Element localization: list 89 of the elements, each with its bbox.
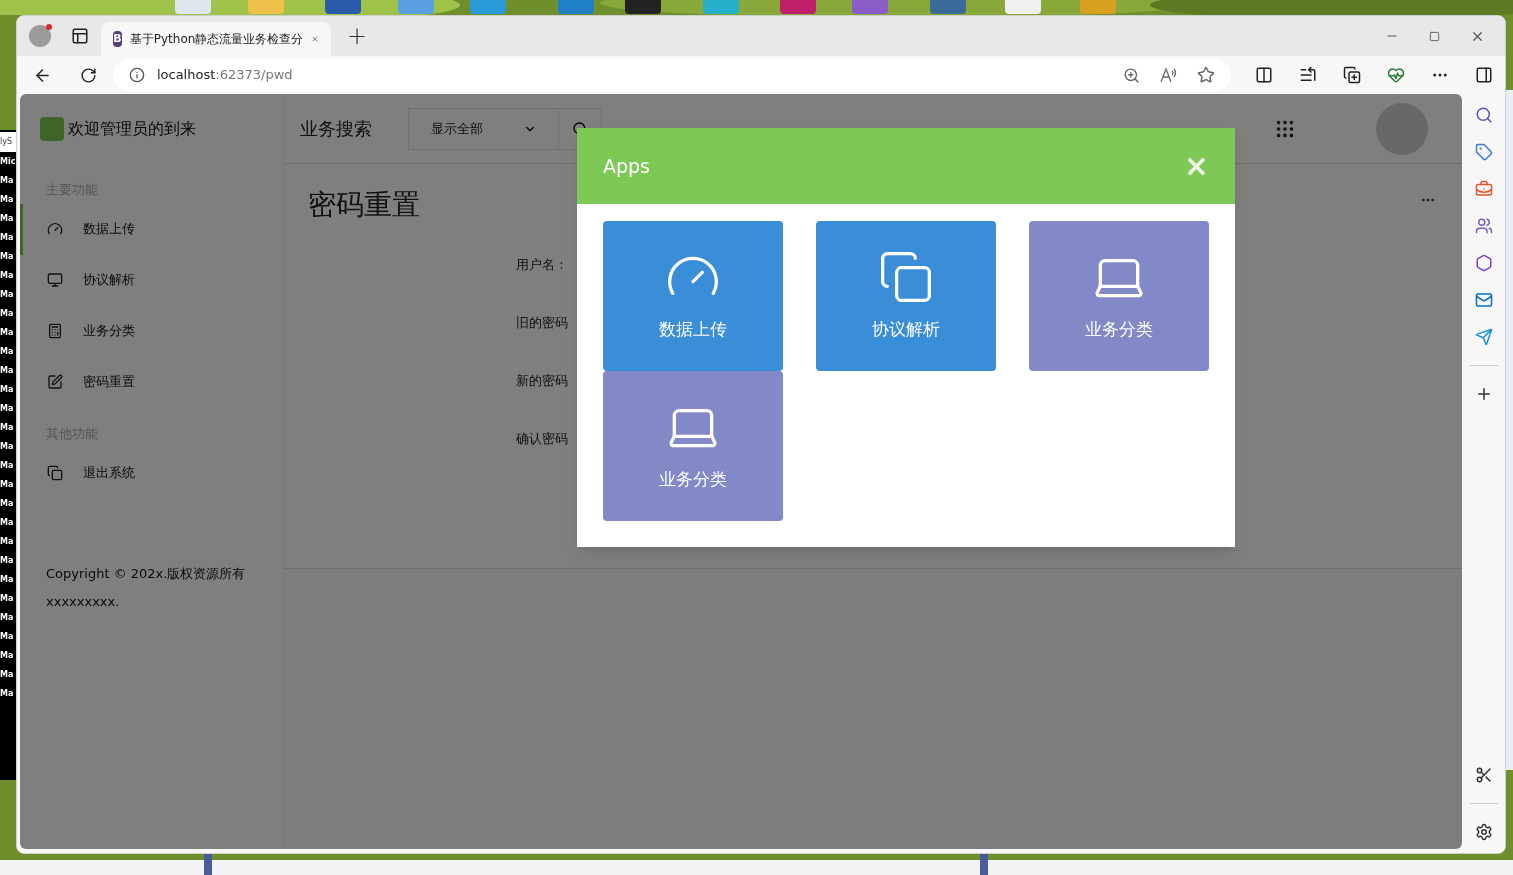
calculator-icon bbox=[47, 323, 63, 339]
terminal-text: Ma bbox=[0, 441, 15, 453]
terminal-text: Ma bbox=[0, 536, 15, 548]
screenshot-icon[interactable] bbox=[1474, 766, 1493, 784]
terminal-text: Ma bbox=[0, 631, 15, 643]
terminal-text: Ma bbox=[0, 574, 15, 586]
collections-icon[interactable] bbox=[1343, 66, 1361, 84]
app-tile[interactable]: 协议解析 bbox=[816, 221, 996, 371]
sidebar-label: 密码重置 bbox=[83, 373, 135, 392]
read-aloud-icon[interactable] bbox=[1160, 66, 1177, 84]
terminal-text: Ma bbox=[0, 498, 15, 510]
terminal-text: Ma bbox=[0, 460, 15, 472]
hexagon-icon[interactable] bbox=[1474, 254, 1493, 272]
form-label: 确认密码 bbox=[516, 430, 568, 448]
edit-icon bbox=[47, 374, 63, 390]
sidebar-label: 数据上传 bbox=[83, 220, 135, 239]
terminal-text: Ma bbox=[0, 289, 15, 301]
monitor-icon bbox=[47, 272, 63, 288]
maximize-icon[interactable] bbox=[1429, 30, 1440, 42]
url-text: localhost:62373/pwd bbox=[156, 66, 293, 85]
sidebar-toggle-icon[interactable] bbox=[1475, 66, 1493, 84]
header-title: 业务搜索 bbox=[300, 117, 372, 141]
terminal-text: Ma bbox=[0, 327, 15, 339]
terminal-text: lyS bbox=[0, 132, 16, 152]
dialog-title: Apps bbox=[603, 153, 651, 179]
favicon: B bbox=[113, 31, 122, 47]
send-icon[interactable] bbox=[1474, 328, 1493, 346]
address-bar[interactable]: localhost:62373/pwd bbox=[112, 59, 1231, 91]
split-screen-icon[interactable] bbox=[1255, 66, 1273, 84]
terminal-text: Ma bbox=[0, 346, 15, 358]
sidebar-label: 退出系统 bbox=[83, 463, 135, 482]
terminal-text: Ma bbox=[0, 308, 15, 320]
search-icon[interactable] bbox=[1474, 106, 1493, 124]
sidebar-item[interactable]: 退出系统 bbox=[20, 447, 283, 498]
brand-title: 欢迎管理员的到来 bbox=[68, 118, 196, 140]
people-icon[interactable] bbox=[1474, 217, 1493, 235]
terminal-text: Ma bbox=[0, 194, 15, 206]
terminal-text: Ma bbox=[0, 232, 15, 244]
terminal-text: Ma bbox=[0, 669, 15, 681]
logo-icon bbox=[40, 117, 64, 141]
terminal-text: Ma bbox=[0, 384, 15, 396]
terminal-text: Ma bbox=[0, 403, 15, 415]
info-icon[interactable] bbox=[128, 67, 145, 83]
mail-icon[interactable] bbox=[1474, 291, 1493, 309]
footer-text: Copyright © 202x.版权资源所有 bbox=[46, 565, 247, 583]
sidebar-item[interactable]: 密码重置 bbox=[20, 356, 283, 408]
terminal-text: Ma bbox=[0, 593, 15, 605]
form-label: 新的密码 bbox=[516, 372, 568, 390]
tab-actions-icon[interactable] bbox=[71, 27, 89, 45]
terminal-text: Ma bbox=[0, 213, 15, 225]
terminal-text: Ma bbox=[0, 650, 15, 662]
terminal-text: Mic bbox=[0, 156, 16, 168]
favorites-icon[interactable] bbox=[1299, 66, 1317, 84]
terminal-text: Ma bbox=[0, 175, 15, 187]
copy-icon bbox=[47, 464, 63, 481]
form-label: 旧的密码 bbox=[516, 314, 568, 332]
tag-icon[interactable] bbox=[1474, 143, 1493, 161]
gauge-icon bbox=[47, 221, 63, 237]
window-edge bbox=[980, 853, 988, 875]
form-label: 用户名： bbox=[516, 256, 568, 274]
terminal-text: Ma bbox=[0, 365, 15, 377]
page-title: 密码重置 bbox=[308, 188, 420, 221]
zoom-icon[interactable] bbox=[1123, 66, 1140, 84]
app-tile[interactable]: 业务分类 bbox=[603, 371, 783, 521]
sidebar-item[interactable]: 协议解析 bbox=[20, 254, 283, 306]
sidebar-label: 协议解析 bbox=[83, 271, 135, 290]
footer-text: xxxxxxxxx. bbox=[46, 593, 121, 611]
sidebar-label: 业务分类 bbox=[83, 322, 135, 341]
app-tile[interactable]: 业务分类 bbox=[1029, 221, 1209, 371]
app-tile[interactable]: 数据上传 bbox=[603, 221, 783, 371]
terminal-text: Ma bbox=[0, 479, 15, 491]
settings-icon[interactable] bbox=[1474, 823, 1493, 841]
sidebar-item[interactable]: 业务分类 bbox=[20, 305, 283, 357]
terminal-text: Ma bbox=[0, 517, 15, 529]
toolbox-icon[interactable] bbox=[1474, 180, 1493, 198]
browser-tab[interactable]: B 基于Python静态流量业务检查分 bbox=[101, 22, 331, 56]
tab-title: 基于Python静态流量业务检查分 bbox=[129, 31, 304, 48]
refresh-icon[interactable] bbox=[79, 66, 97, 84]
terminal-text: Ma bbox=[0, 422, 15, 434]
terminal-text: Ma bbox=[0, 251, 15, 263]
terminal-text: Ma bbox=[0, 688, 15, 700]
window-edge bbox=[204, 853, 212, 875]
profile-icon[interactable] bbox=[29, 25, 51, 47]
terminal-text: Ma bbox=[0, 270, 15, 282]
terminal-text: Ma bbox=[0, 555, 15, 567]
new-tab-button[interactable]: + bbox=[343, 24, 372, 48]
favorite-icon[interactable] bbox=[1197, 66, 1215, 84]
terminal-text: Ma bbox=[0, 612, 15, 624]
health-icon[interactable] bbox=[1387, 66, 1405, 84]
